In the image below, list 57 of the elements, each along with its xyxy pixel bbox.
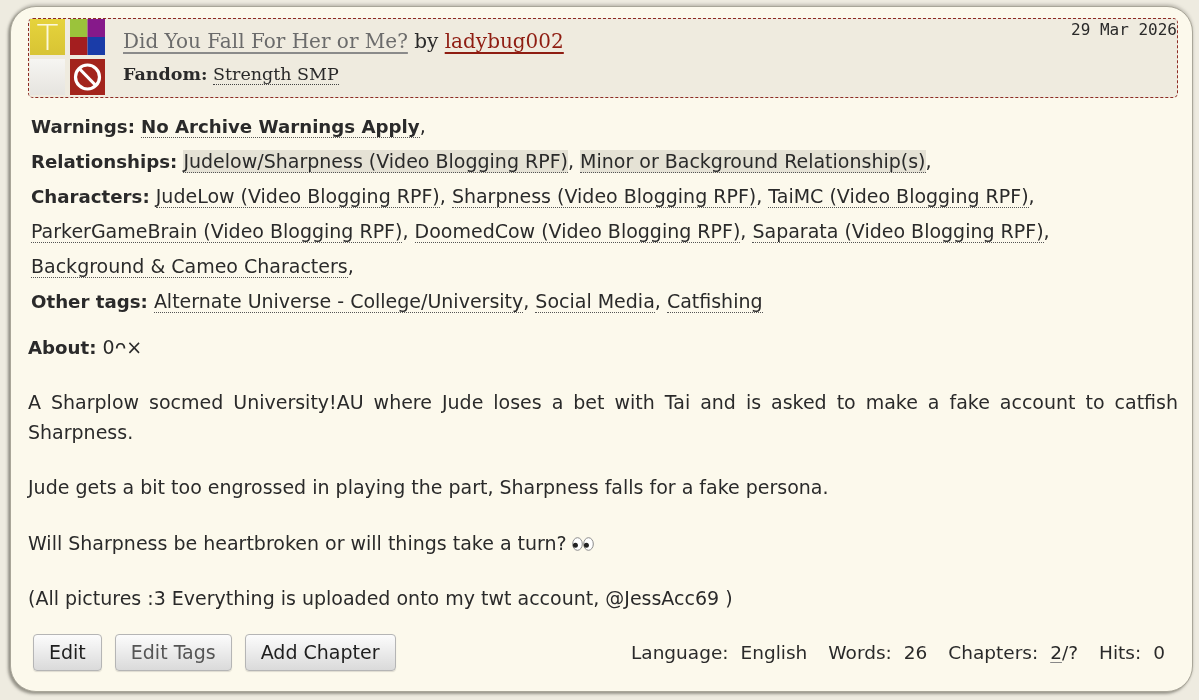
chapter-link[interactable]: 2 [1050,641,1062,663]
tag-link[interactable]: Sharpness (Video Blogging RPF) [451,185,757,208]
prohibited-icon [70,59,105,95]
stat-value: 26 [903,641,928,663]
about-label: About: [28,337,97,358]
byline-text: by [414,29,439,53]
tag-link[interactable]: TaiMC (Video Blogging RPF) [768,185,1029,208]
stat-label: Words: [828,641,892,663]
tag-group-label: Relationships: [31,151,178,172]
stat-value: 0 [1153,641,1165,663]
publish-date: 29 Mar 2026 [1071,20,1177,40]
tag-link[interactable]: Minor or Background Relationship(s) [580,150,926,173]
about-text: 0ᴖ× [102,336,143,358]
tag-separator: , [523,290,530,312]
stat-value: English [740,641,808,663]
tag-link[interactable]: JudeLow (Video Blogging RPF) [155,185,440,208]
fandom-tag-link[interactable]: Strength SMP [213,64,339,85]
summary-paragraph: Will Sharpness be heartbroken or will things take a turn? [28,531,567,554]
tag-separator: , [925,150,932,172]
tag-separator: , [654,290,661,312]
tag-link[interactable]: Catfishing [666,290,763,313]
tag-separator: , [1028,185,1035,207]
tag-group-label: Characters: [31,186,150,207]
tag-link[interactable]: Background & Cameo Characters [31,255,348,278]
stat-value: /? [1061,641,1079,663]
work-title-link[interactable]: Did You Fall For Her or Me? [123,29,408,53]
tag-group-label: Other tags: [31,291,148,312]
tag-link[interactable]: DoomedCow (Video Blogging RPF) [414,220,741,243]
rating-badge: T [30,19,65,55]
tag-separator: , [402,220,409,242]
summary-paragraph: (All pictures :3 Everything is uploaded onto my twt account, @JessAcc69 ) [28,586,734,611]
tag-link[interactable]: Alternate Universe - College/University [153,290,524,313]
tag-link[interactable]: ParkerGameBrain (Video Blogging RPF) [31,220,403,243]
tag-separator: , [439,185,446,207]
tag-separator: , [347,255,354,277]
stat-label: Hits: [1099,641,1142,663]
color-grid-icon [70,19,105,55]
tag-separator: , [740,220,747,242]
eyes-icon [571,536,594,551]
summary-paragraph: A Sharplow socmed University!AU where Jude loses a bet with Tai and is asked to make a fake account to catfish Sharpness. [28,390,1178,445]
author-link[interactable]: ladybug002 [444,29,564,53]
tag-link[interactable]: Saparata (Video Blogging RPF) [752,220,1044,243]
tag-group-label: Warnings: [31,116,135,137]
add-chapter-button[interactable]: Add Chapter [244,633,396,671]
tag-separator: , [419,115,426,137]
tag-separator: , [568,150,575,172]
tag-link[interactable]: No Archive Warnings Apply [140,116,420,138]
tag-link[interactable]: Judelow/Sharpness (Video Blogging RPF) [183,150,568,173]
tag-separator: , [756,185,763,207]
blank-square-icon [30,59,65,95]
tag-separator: , [1043,220,1050,242]
tag-link[interactable]: Social Media [535,290,655,313]
edit-button[interactable]: Edit [33,633,102,671]
summary-paragraph: Jude gets a bit too engrossed in playing the part, Sharpness falls for a fake persona. [28,475,830,500]
fandom-label: Fandom: [123,64,208,84]
stat-label: Language: [631,641,729,663]
stat-label: Chapters: [948,641,1039,663]
